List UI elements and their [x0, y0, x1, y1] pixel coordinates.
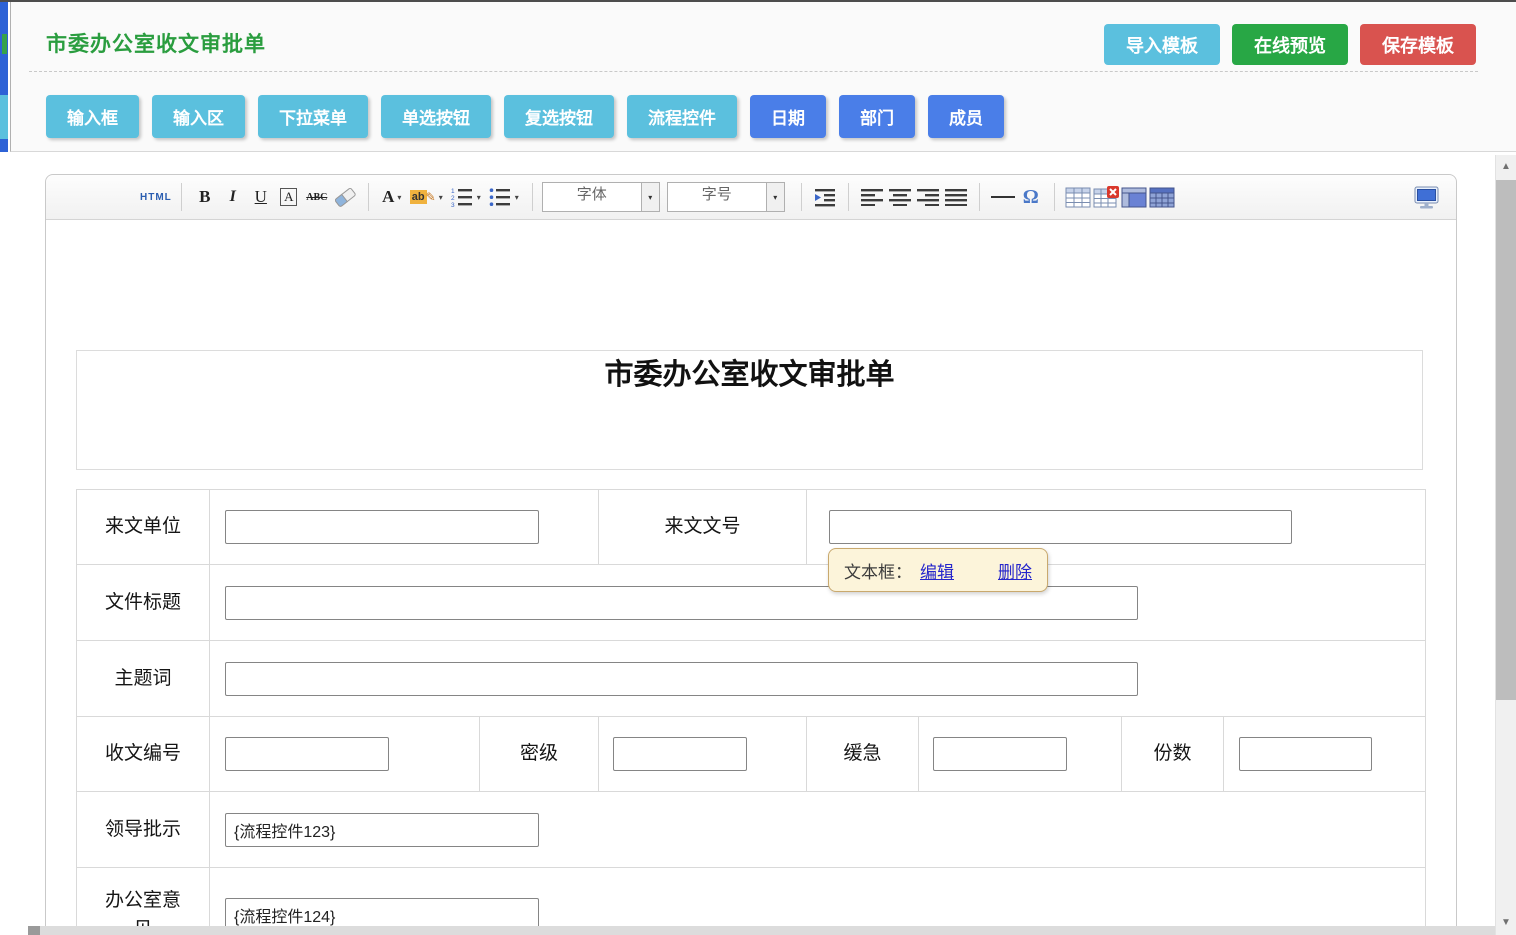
svg-text:1: 1 [451, 188, 455, 195]
incoming-unit-label: 来文单位 [77, 490, 210, 565]
svg-text:3: 3 [451, 202, 455, 207]
editor-toolbar: HTML B I U A ABC A ▾ ab [46, 175, 1456, 220]
incoming-unit-input[interactable] [225, 510, 539, 544]
table-cell-properties-icon[interactable] [1120, 182, 1148, 212]
textbox-control-tooltip: 文本框： 编辑 删除 [828, 548, 1048, 592]
scrollbar-thumb[interactable] [1496, 180, 1516, 700]
font-size-select[interactable]: 字号 ▾ [667, 182, 785, 212]
underline-icon[interactable]: U [247, 182, 275, 212]
toolbar-separator [801, 183, 802, 211]
incoming-doc-number-label: 来文文号 [599, 490, 807, 565]
copies-input[interactable] [1239, 737, 1372, 771]
screen: 市委办公室收文审批单 导入模板 在线预览 保存模板 输入框 输入区 下拉菜单 单… [0, 0, 1516, 935]
bullet-list-icon[interactable]: ▾ [485, 182, 523, 212]
table-row: 主题词 [77, 641, 1426, 717]
align-center-icon[interactable] [886, 182, 914, 212]
window-top-edge [0, 0, 1516, 2]
subject-words-label: 主题词 [77, 641, 210, 717]
special-character-icon[interactable]: Ω [1017, 182, 1045, 212]
incoming-doc-number-input[interactable] [829, 510, 1292, 544]
chevron-down-icon: ▾ [641, 183, 659, 211]
scroll-down-arrow-icon[interactable]: ▼ [1496, 918, 1516, 928]
chevron-down-icon: ▾ [766, 183, 784, 211]
add-member-button[interactable]: 成员 [928, 95, 1004, 138]
background-window-strip [0, 2, 8, 152]
add-flow-control-button[interactable]: 流程控件 [627, 95, 737, 138]
online-preview-button[interactable]: 在线预览 [1232, 24, 1348, 65]
add-radio-button[interactable]: 单选按钮 [381, 95, 491, 138]
table-row: 办公室意见 [77, 868, 1426, 927]
subject-words-input[interactable] [225, 662, 1138, 696]
receipt-number-label: 收文编号 [77, 717, 210, 792]
insert-table-icon[interactable] [1064, 182, 1092, 212]
add-date-button[interactable]: 日期 [750, 95, 826, 138]
table-row: 文件标题 [77, 565, 1426, 641]
add-checkbox-button[interactable]: 复选按钮 [504, 95, 614, 138]
table-row: 收文编号 密级 缓急 份数 [77, 717, 1426, 792]
add-dropdown-button[interactable]: 下拉菜单 [258, 95, 368, 138]
delete-control-link[interactable]: 删除 [998, 558, 1032, 583]
component-palette: 输入框 输入区 下拉菜单 单选按钮 复选按钮 流程控件 日期 部门 成员 [46, 95, 1004, 138]
toolbar-separator [1054, 183, 1055, 211]
secrecy-level-input[interactable] [613, 737, 747, 771]
leader-comments-label: 领导批示 [77, 792, 210, 868]
delete-table-icon[interactable] [1092, 182, 1120, 212]
background-window-fragment [2, 34, 7, 54]
copies-label: 份数 [1122, 717, 1224, 792]
urgency-input[interactable] [933, 737, 1067, 771]
html-source-icon[interactable]: HTML [140, 182, 172, 212]
tooltip-label: 文本框： [844, 558, 912, 583]
bottom-edge-fragment [28, 926, 40, 935]
align-left-icon[interactable] [858, 182, 886, 212]
toolbar-separator [979, 183, 980, 211]
form-title: 市委办公室收文审批单 [76, 350, 1423, 470]
approval-form-table: 来文单位 来文文号 文件标题 主题词 收文编号 密级 缓急 份数 [76, 489, 1426, 926]
file-title-label: 文件标题 [77, 565, 210, 641]
table-row: 领导批示 [77, 792, 1426, 868]
rich-text-editor: HTML B I U A ABC A ▾ ab [45, 174, 1457, 926]
template-actions: 导入模板 在线预览 保存模板 [1104, 24, 1476, 65]
highlight-color-icon[interactable]: ab ✎ ▾ [406, 182, 447, 212]
page-header: 市委办公室收文审批单 导入模板 在线预览 保存模板 输入框 输入区 下拉菜单 单… [10, 2, 1516, 152]
vertical-scrollbar[interactable]: ▲ ▼ [1495, 155, 1516, 935]
save-template-button[interactable]: 保存模板 [1360, 24, 1476, 65]
fullscreen-monitor-icon[interactable] [1412, 183, 1440, 213]
ordered-list-icon[interactable]: 1 2 3 ▾ [447, 182, 485, 212]
font-border-icon[interactable]: A [275, 182, 303, 212]
import-template-button[interactable]: 导入模板 [1104, 24, 1220, 65]
add-department-button[interactable]: 部门 [839, 95, 915, 138]
toolbar-separator [368, 183, 369, 211]
page-title: 市委办公室收文审批单 [46, 28, 266, 58]
add-textarea-button[interactable]: 输入区 [152, 95, 245, 138]
edit-control-link[interactable]: 编辑 [920, 558, 954, 583]
font-color-icon[interactable]: A ▾ [378, 182, 406, 212]
align-right-icon[interactable] [914, 182, 942, 212]
align-justify-icon[interactable] [942, 182, 970, 212]
bottom-horizontal-scrollbar[interactable] [40, 926, 1495, 935]
office-opinion-input[interactable] [225, 898, 539, 926]
table-row: 来文单位 来文文号 [77, 490, 1426, 565]
receipt-number-input[interactable] [225, 737, 389, 771]
italic-icon[interactable]: I [219, 182, 247, 212]
background-window-button-fragment [0, 95, 8, 139]
bold-icon[interactable]: B [191, 182, 219, 212]
toolbar-separator [181, 183, 182, 211]
header-divider [29, 71, 1478, 72]
remove-format-eraser-icon[interactable] [331, 182, 359, 212]
office-opinion-label: 办公室意见 [77, 868, 210, 927]
font-family-select[interactable]: 字体 ▾ [542, 182, 660, 212]
scroll-up-arrow-icon[interactable]: ▲ [1496, 162, 1516, 172]
table-properties-icon[interactable] [1148, 182, 1176, 212]
strikethrough-icon[interactable]: ABC [303, 182, 331, 212]
add-input-box-button[interactable]: 输入框 [46, 95, 139, 138]
toolbar-separator [848, 183, 849, 211]
leader-comments-input[interactable] [225, 813, 539, 847]
toolbar-separator [532, 183, 533, 211]
urgency-label: 缓急 [807, 717, 919, 792]
indent-icon[interactable] [811, 182, 839, 212]
horizontal-rule-icon[interactable] [989, 182, 1017, 212]
svg-text:2: 2 [451, 195, 455, 202]
secrecy-level-label: 密级 [480, 717, 599, 792]
